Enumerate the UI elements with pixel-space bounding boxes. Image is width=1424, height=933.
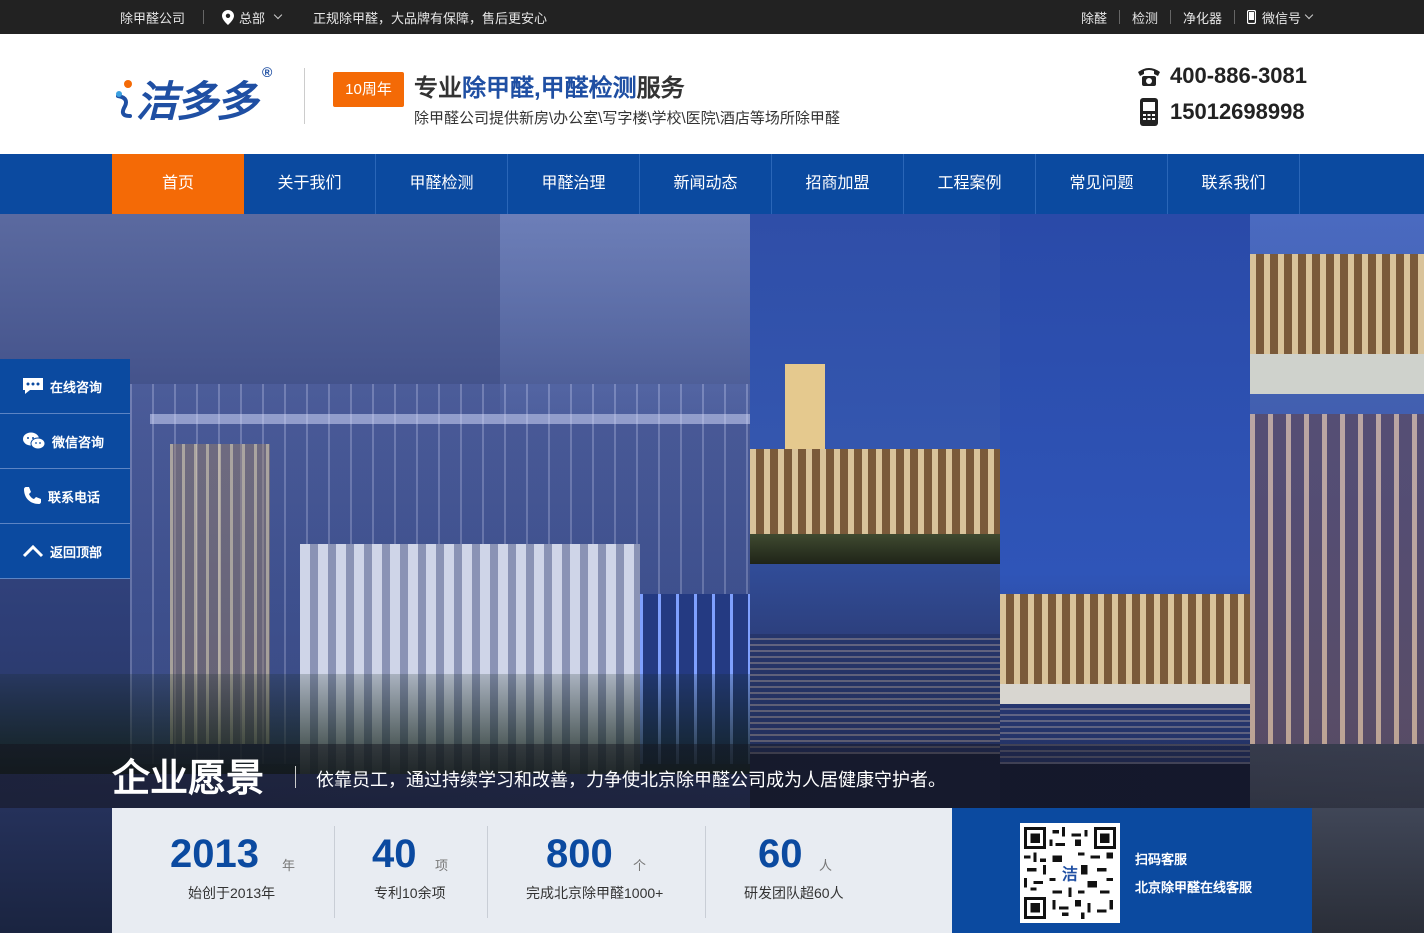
header-sub-slogan: 除甲醛公司提供新房\办公室\写字楼\学校\医院\酒店等场所除甲醛 [414, 110, 840, 127]
main-nav: 首页 关于我们 甲醛检测 甲醛治理 新闻动态 招商加盟 工程案例 常见问题 联系… [0, 154, 1424, 214]
qr-line2: 北京除甲醛在线客服 [1135, 880, 1253, 895]
location-pin-icon [222, 9, 235, 25]
qr-code: 洁 [1020, 823, 1120, 923]
svg-text:洁: 洁 [1062, 864, 1078, 883]
qr-line1: 扫码客服 [1135, 852, 1188, 867]
divider [203, 10, 205, 24]
cellphone-icon [1140, 98, 1158, 126]
mobile-number[interactable]: 15012698998 [1170, 99, 1305, 125]
wechat-dropdown[interactable]: 微信号 [1246, 8, 1314, 27]
side-float-menu: 在线咨询 微信咨询 联系电话 返回顶部 [0, 359, 130, 579]
side-wechat-consult[interactable]: 微信咨询 [0, 414, 130, 469]
registered-mark: ® [262, 64, 273, 80]
stat-projects: 800 个 完成北京除甲醛1000+ [488, 808, 706, 933]
vision-text: 依靠员工，通过持续学习和改善，力争使北京除甲醛公司成为人居健康守护者。 [316, 770, 946, 790]
qr-code-panel: 洁 扫码客服 北京除甲醛在线客服 [952, 808, 1312, 933]
stat-label: 始创于2013年 [188, 885, 276, 901]
stat-number: 40 [372, 832, 417, 876]
stat-unit: 人 [819, 858, 833, 873]
nav-detection[interactable]: 甲醛检测 [376, 154, 508, 214]
nav-news[interactable]: 新闻动态 [640, 154, 772, 214]
header-slogan: 专业除甲醛,甲醛检测服务 [414, 68, 685, 103]
chevron-down-icon [273, 10, 283, 20]
stat-number: 800 [546, 832, 613, 876]
nav-home[interactable]: 首页 [112, 154, 244, 214]
slogan-highlight: 除甲醛,甲醛检测 [462, 75, 637, 102]
chevron-down-icon [1304, 10, 1314, 20]
stat-number: 60 [758, 832, 803, 876]
stats-bar: 2013 年 始创于2013年 40 项 专利10余项 800 个 完成北京除甲… [112, 808, 952, 933]
site-header: 洁多多 ® 10周年 专业除甲醛,甲醛检测服务 除甲醛公司提供新房\办公室\写字… [0, 34, 1424, 154]
side-back-to-top[interactable]: 返回顶部 [0, 524, 130, 579]
side-label: 返回顶部 [50, 544, 103, 560]
stat-label: 研发团队超60人 [744, 885, 844, 901]
side-label: 在线咨询 [50, 379, 103, 395]
side-label: 微信咨询 [52, 434, 105, 450]
top-link-jinghuaqi[interactable]: 净化器 [1183, 8, 1222, 27]
slogan-part: 专业 [414, 75, 462, 102]
side-label: 联系电话 [48, 489, 101, 505]
wechat-icon [23, 432, 46, 450]
location-label: 总部 [239, 10, 266, 26]
location-selector[interactable]: 总部 [222, 8, 283, 27]
stat-number: 2013 [170, 832, 259, 876]
stat-unit: 个 [633, 858, 647, 873]
nav-franchise[interactable]: 招商加盟 [772, 154, 904, 214]
side-online-consult[interactable]: 在线咨询 [0, 359, 130, 414]
phone-numbers: 400-886-3081 15012698998 [1136, 58, 1307, 130]
vision-title: 企业愿景 [112, 758, 265, 800]
stat-patents: 40 项 专利10余项 [335, 808, 488, 933]
stat-founded: 2013 年 始创于2013年 [112, 808, 335, 933]
logo[interactable]: 洁多多 ® [114, 64, 280, 126]
qr-code-image: 洁 [1024, 827, 1116, 919]
divider [1118, 10, 1120, 24]
chat-bubble-icon [23, 378, 43, 394]
nav-cases[interactable]: 工程案例 [904, 154, 1036, 214]
divider [1233, 10, 1235, 24]
side-phone[interactable]: 联系电话 [0, 469, 130, 524]
top-link-chuquan[interactable]: 除醛 [1081, 8, 1107, 27]
telephone-icon [1138, 68, 1160, 86]
mobile-row: 15012698998 [1136, 94, 1307, 130]
top-link-jiance[interactable]: 检测 [1132, 8, 1158, 27]
nav-faq[interactable]: 常见问题 [1036, 154, 1168, 214]
qr-caption: 扫码客服 北京除甲醛在线客服 [1135, 846, 1252, 902]
hotline-row: 400-886-3081 [1136, 58, 1307, 94]
wechat-label: 微信号 [1261, 10, 1301, 26]
phone-handset-icon [24, 487, 41, 504]
top-tagline: 正规除甲醛，大品牌有保障，售后更安心 [313, 10, 548, 26]
mobile-phone-icon [1246, 10, 1256, 24]
stat-team: 60 人 研发团队超60人 [706, 808, 952, 933]
chevron-up-icon [22, 544, 44, 558]
divider [1169, 10, 1171, 24]
logo-swirl-icon [116, 80, 132, 118]
stat-unit: 项 [435, 858, 449, 873]
nav-about[interactable]: 关于我们 [244, 154, 376, 214]
company-name[interactable]: 除甲醛公司 [120, 8, 185, 27]
hotline-number[interactable]: 400-886-3081 [1170, 63, 1307, 89]
logo-text: 洁多多 [136, 77, 258, 126]
slogan-part: 服务 [636, 75, 685, 102]
vision-divider [295, 766, 296, 788]
header-divider [304, 68, 305, 124]
nav-treatment[interactable]: 甲醛治理 [508, 154, 640, 214]
stat-unit: 年 [282, 858, 296, 873]
stat-label: 完成北京除甲醛1000+ [526, 885, 664, 901]
top-bar: 除甲醛公司 总部 正规除甲醛，大品牌有保障，售后更安心 除醛 检测 净化器 微信… [0, 0, 1424, 34]
anniversary-badge: 10周年 [333, 72, 404, 107]
nav-contact[interactable]: 联系我们 [1168, 154, 1300, 214]
stat-label: 专利10余项 [374, 885, 446, 901]
